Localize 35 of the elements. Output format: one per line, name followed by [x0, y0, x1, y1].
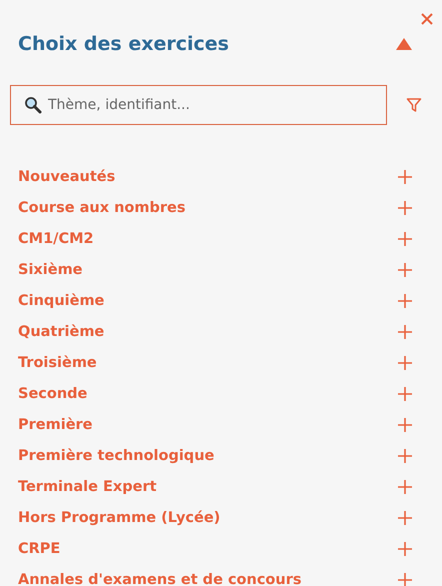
expand-button[interactable]: [398, 232, 412, 246]
category-label[interactable]: Nouveautés: [18, 168, 116, 184]
filter-icon: [406, 97, 422, 113]
category-label[interactable]: Terminale Expert: [18, 478, 157, 494]
expand-button[interactable]: [398, 480, 412, 494]
category-label[interactable]: Course aux nombres: [18, 200, 186, 216]
category-label[interactable]: Sixième: [18, 262, 83, 278]
search-field[interactable]: Thème, identifiant...: [10, 85, 387, 125]
category-label[interactable]: Cinquième: [18, 292, 104, 308]
category-label[interactable]: CM1/CM2: [18, 230, 94, 246]
category-label[interactable]: Première: [18, 416, 93, 432]
expand-button[interactable]: [398, 262, 412, 276]
expand-button[interactable]: [398, 170, 412, 184]
close-icon: [420, 12, 434, 26]
category-label[interactable]: Annales d'examens et de concours: [18, 572, 302, 586]
category-label[interactable]: Quatrième: [18, 324, 104, 340]
category-label[interactable]: CRPE: [18, 540, 60, 556]
expand-button[interactable]: [398, 542, 412, 556]
category-label[interactable]: Hors Programme (Lycée): [18, 510, 220, 526]
close-button[interactable]: [420, 12, 434, 26]
expand-button[interactable]: [398, 200, 412, 214]
category-label[interactable]: Seconde: [18, 386, 88, 402]
expand-button[interactable]: [398, 510, 412, 524]
expand-button[interactable]: [398, 324, 412, 338]
panel-title: Choix des exercices: [18, 33, 229, 55]
expand-button[interactable]: [398, 572, 412, 586]
collapse-button[interactable]: [396, 38, 412, 50]
category-label[interactable]: Troisième: [18, 354, 97, 370]
expand-button[interactable]: [398, 448, 412, 462]
expand-button[interactable]: [398, 418, 412, 432]
expand-button[interactable]: [398, 356, 412, 370]
expand-button[interactable]: [398, 386, 412, 400]
expand-button[interactable]: [398, 294, 412, 308]
category-label[interactable]: Première technologique: [18, 448, 214, 464]
filter-button[interactable]: [406, 97, 422, 113]
